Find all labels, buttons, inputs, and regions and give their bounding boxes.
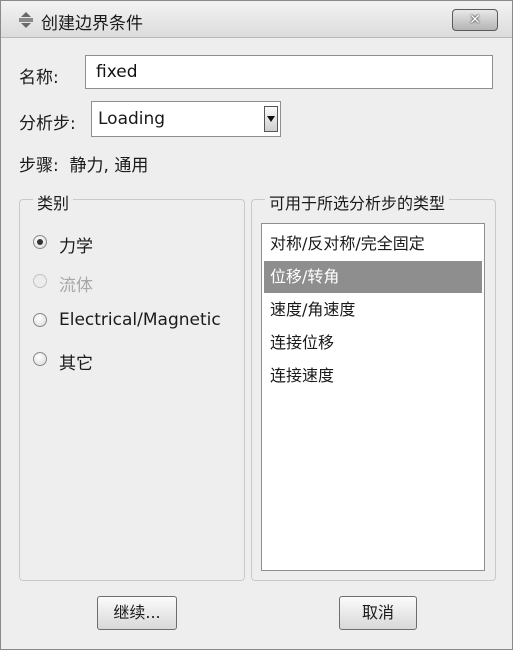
step-select[interactable]: Loading xyxy=(91,101,281,137)
list-item-displacement-rotation[interactable]: 位移/转角 xyxy=(264,261,482,293)
list-item-connector-displacement[interactable]: 连接位移 xyxy=(264,327,482,359)
title-bar[interactable]: 创建边界条件 ✕ xyxy=(1,1,512,38)
category-option-label: 流体 xyxy=(59,276,93,296)
types-listbox[interactable]: 对称/反对称/完全固定 位移/转角 速度/角速度 连接位移 连接速度 xyxy=(261,223,485,571)
category-option-label: 其它 xyxy=(59,354,93,374)
cancel-button[interactable]: 取消 xyxy=(339,596,417,630)
category-option-label: Electrical/Magnetic xyxy=(59,310,221,330)
step-label: 分析步: xyxy=(19,114,76,134)
name-field[interactable] xyxy=(85,55,493,89)
close-button[interactable]: ✕ xyxy=(452,9,498,31)
radio-button[interactable] xyxy=(33,352,47,366)
create-boundary-condition-dialog: 创建边界条件 ✕ 名称: 分析步: Loading 步骤: 静力, 通用 类别 … xyxy=(0,0,513,650)
close-icon: ✕ xyxy=(469,12,481,28)
dialog-title: 创建边界条件 xyxy=(41,14,143,34)
name-label: 名称: xyxy=(19,68,59,88)
radio-button xyxy=(33,274,47,288)
category-group-title: 类别 xyxy=(33,190,74,214)
boundary-condition-icon xyxy=(19,12,33,28)
procedure-text: 步骤: 静力, 通用 xyxy=(19,156,149,176)
chevron-down-icon[interactable] xyxy=(264,106,278,132)
category-group xyxy=(19,199,245,581)
list-item-velocity[interactable]: 速度/角速度 xyxy=(264,294,482,326)
list-item-symmetry[interactable]: 对称/反对称/完全固定 xyxy=(264,228,482,260)
types-group-title: 可用于所选分析步的类型 xyxy=(265,190,450,214)
category-option-label: 力学 xyxy=(59,237,93,257)
radio-button[interactable] xyxy=(33,313,47,327)
list-item-connector-velocity[interactable]: 连接速度 xyxy=(264,360,482,392)
radio-button[interactable] xyxy=(33,235,47,249)
step-select-value: Loading xyxy=(98,109,166,129)
continue-button[interactable]: 继续... xyxy=(97,596,177,630)
